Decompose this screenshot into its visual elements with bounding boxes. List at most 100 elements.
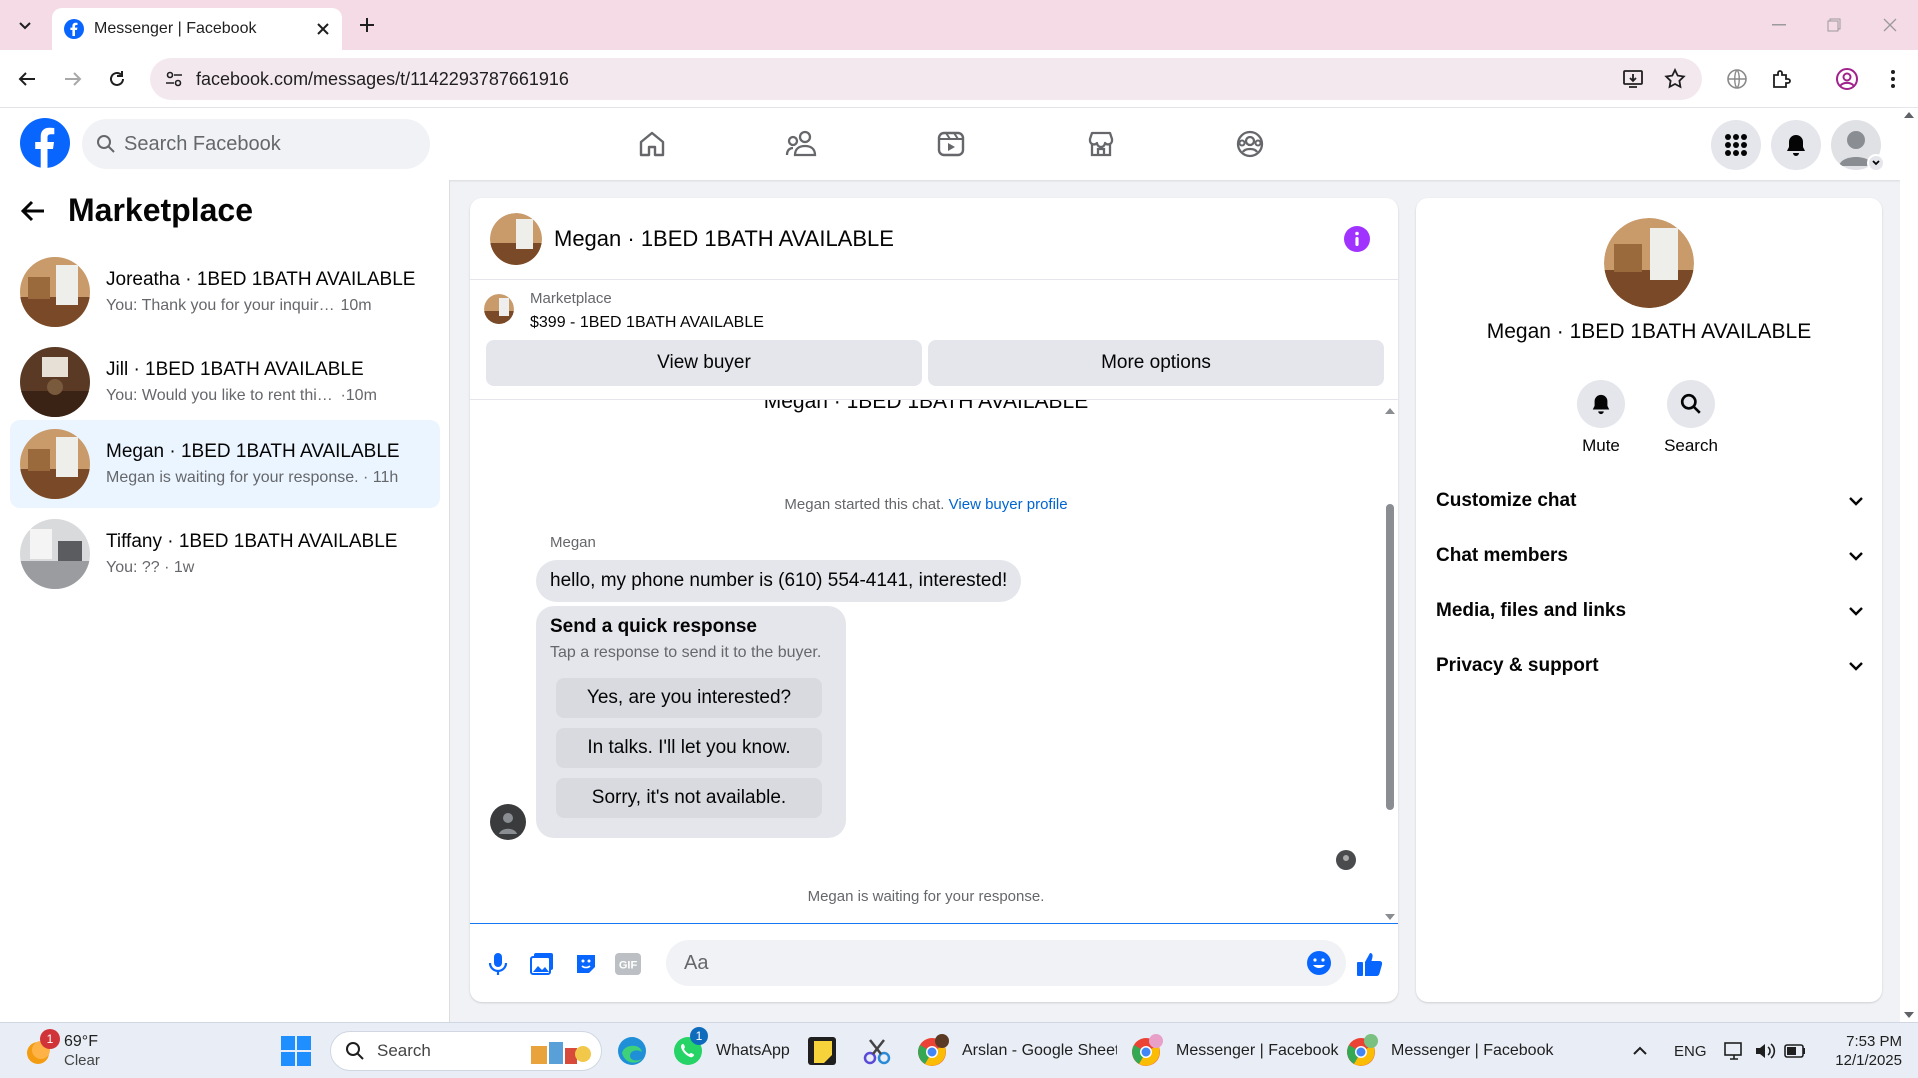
system-tray[interactable] [1724,1023,1806,1078]
message-bubble[interactable]: hello, my phone number is (610) 554-4141… [536,560,1022,602]
chevron-up-icon [1633,1046,1647,1055]
nav-friends[interactable] [771,120,831,168]
grid-menu-icon [1725,134,1747,156]
conversation-item-tiffany[interactable]: Tiffany · 1BED 1BATH AVAILABLE You: ?? ·… [10,510,440,598]
taskbar-snipping-tool[interactable] [862,1023,892,1078]
mute-action[interactable]: Mute [1561,380,1641,456]
install-app-icon[interactable] [1622,68,1644,90]
taskbar-chrome-sheets[interactable]: Arslan - Google Sheets [916,1023,1117,1078]
start-button[interactable] [280,1023,312,1078]
windows-taskbar: 1 69°F Clear Search 1 WhatsApp Arslan - … [0,1022,1918,1078]
close-tab-icon[interactable] [316,22,330,36]
mute-label: Mute [1582,436,1620,455]
menu-button[interactable] [1711,120,1761,170]
minimize-button[interactable] [1762,10,1796,40]
quick-response-option[interactable]: Yes, are you interested? [556,678,822,718]
weather-temp: 69°F [64,1033,98,1051]
tab-search-button[interactable] [8,8,42,42]
back-button[interactable] [10,62,44,96]
inbox-header: Marketplace [20,192,253,229]
profile-icon [1836,68,1858,90]
emoji-icon[interactable] [1306,950,1332,976]
browser-tab[interactable]: Messenger | Facebook [52,8,342,50]
clock[interactable]: 7:53 PM 12/1/2025 [1812,1023,1902,1078]
nav-watch[interactable] [921,120,981,168]
privacy-support-section[interactable]: Privacy & support [1436,641,1864,691]
extensions-button[interactable] [1764,62,1798,96]
back-arrow-icon[interactable] [20,198,46,224]
customize-chat-section[interactable]: Customize chat [1436,476,1864,526]
more-options-button[interactable]: More options [928,340,1384,386]
chat-members-section[interactable]: Chat members [1436,531,1864,581]
chat-panel: Megan · 1BED 1BATH AVAILABLE Marketplace… [470,198,1398,1002]
page-scrollbar[interactable] [1900,108,1918,1022]
listing-photo-icon [20,347,90,417]
quick-response-title: Send a quick response [550,616,757,637]
search-icon [1680,393,1701,414]
chat-header-name[interactable]: Megan · 1BED 1BATH AVAILABLE [554,226,894,252]
profile-button[interactable] [1830,62,1864,96]
gif-button[interactable]: GIF [612,948,644,980]
marketplace-inbox: Marketplace Joreatha · 1BED 1BATH AVAILA… [0,180,450,1022]
restore-button[interactable] [1817,10,1851,40]
conversation-item-jill[interactable]: Jill · 1BED 1BATH AVAILABLE You: Would y… [10,338,440,426]
chat-avatar-icon[interactable] [490,212,542,265]
message-scrollbar[interactable] [1382,400,1398,923]
section-label: Privacy & support [1436,655,1599,676]
more-vertical-icon [1891,70,1895,88]
reload-button[interactable] [100,62,134,96]
address-bar[interactable]: facebook.com/messages/t/1142293787661916 [150,58,1702,100]
taskbar-edge[interactable] [616,1023,648,1078]
forward-button[interactable] [56,62,90,96]
url-text[interactable]: facebook.com/messages/t/1142293787661916 [196,69,1622,90]
conversation-preview: You: Would you like to rent this pro... [106,387,336,404]
nav-gaming[interactable] [1220,120,1280,168]
taskbar-chrome-messenger-2[interactable]: Messenger | Facebook [1345,1023,1553,1078]
taskbar-whatsapp[interactable]: 1 WhatsApp [672,1023,790,1078]
facebook-logo-icon[interactable] [20,118,70,168]
facebook-search-input[interactable] [124,132,404,156]
conversation-item-joreatha[interactable]: Joreatha · 1BED 1BATH AVAILABLE You: Tha… [10,248,440,336]
view-buyer-profile-link[interactable]: View buyer profile [949,496,1068,513]
nav-home[interactable] [622,120,682,168]
conversation-avatar [20,347,90,417]
taskbar-search[interactable]: Search [330,1023,602,1078]
attach-photo-button[interactable] [526,948,558,980]
quick-response-option[interactable]: Sorry, it's not available. [556,778,822,818]
bookmark-star-icon[interactable] [1664,68,1686,90]
new-tab-button[interactable] [350,8,384,42]
site-info-icon[interactable] [164,69,184,89]
taskbar-chrome-messenger-1[interactable]: Messenger | Facebook [1130,1023,1338,1078]
notifications-button[interactable] [1771,120,1821,170]
listing-title[interactable]: $399 - 1BED 1BATH AVAILABLE [530,314,764,332]
clock-date: 12/1/2025 [1835,1052,1902,1069]
view-buyer-button[interactable]: View buyer [486,340,922,386]
volume-icon [1756,1043,1776,1059]
conversation-preview: Megan is waiting for your response. [106,469,359,486]
search-action[interactable]: Search [1651,380,1731,456]
voice-clip-button[interactable] [482,948,514,980]
media-files-links-section[interactable]: Media, files and links [1436,586,1864,636]
sticker-button[interactable] [570,948,602,980]
nav-marketplace[interactable] [1071,120,1131,168]
conversation-name: Tiffany · 1BED 1BATH AVAILABLE [106,531,398,552]
account-dropdown[interactable] [1867,154,1885,172]
weather-condition: Clear [64,1051,100,1069]
conversation-avatar [20,257,90,327]
like-button[interactable] [1354,948,1386,980]
show-hidden-icons[interactable] [1632,1023,1648,1078]
input-language[interactable]: ENG [1674,1023,1707,1078]
facebook-search[interactable] [82,119,430,169]
windows-logo-icon [281,1036,311,1066]
translate-button[interactable] [1720,62,1754,96]
conversation-item-megan[interactable]: Megan · 1BED 1BATH AVAILABLE Megan is wa… [10,420,440,508]
taskbar-sticky-notes[interactable] [808,1023,836,1078]
close-window-button[interactable] [1873,10,1907,40]
info-icon[interactable] [1344,226,1370,252]
message-input[interactable] [666,940,1346,986]
browser-menu-button[interactable] [1876,62,1910,96]
thumbs-up-icon [1357,953,1383,976]
weather-widget[interactable]: 1 69°F Clear [22,1023,100,1078]
sender-avatar-icon [490,804,526,840]
quick-response-option[interactable]: In talks. I'll let you know. [556,728,822,768]
